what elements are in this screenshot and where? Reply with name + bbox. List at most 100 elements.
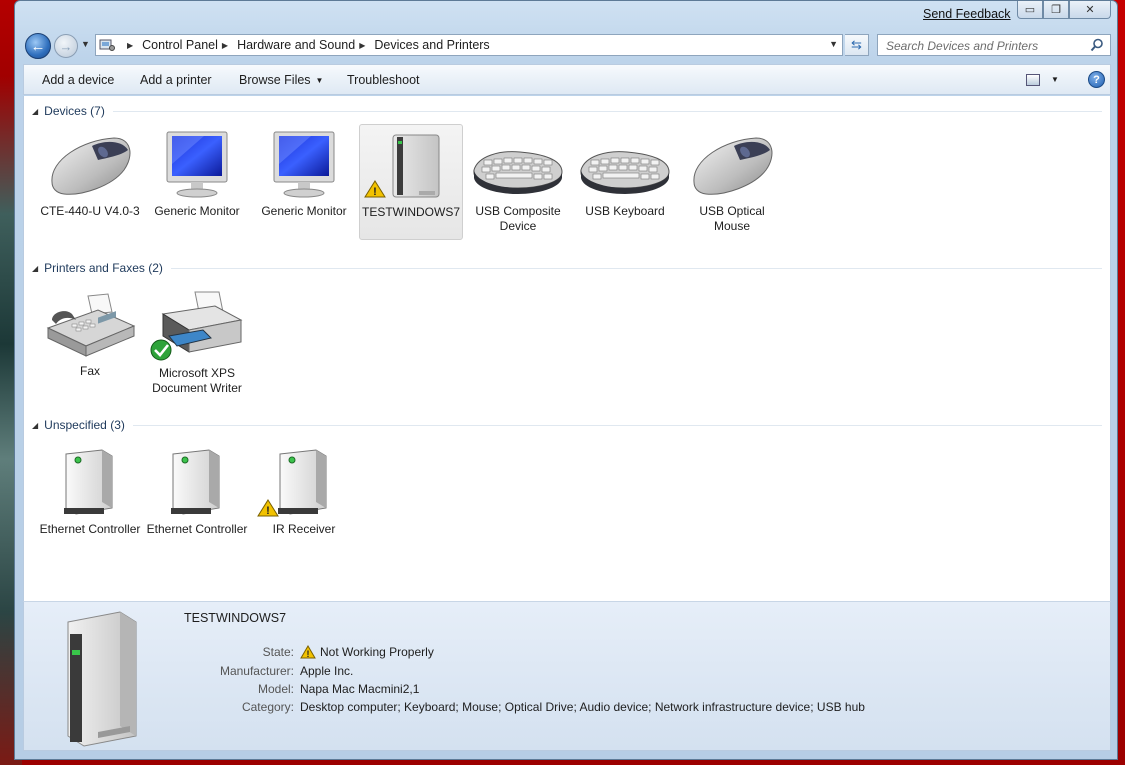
browse-files-button[interactable]: Browse Files ▼ bbox=[239, 73, 323, 87]
device-label: Ethernet Controller bbox=[39, 522, 141, 536]
group-divider bbox=[170, 267, 1102, 269]
details-model-row: Model: Napa Mac Macmini2,1 bbox=[174, 682, 1074, 696]
collapse-triangle-icon: ◢ bbox=[32, 420, 39, 430]
breadcrumb-devices-and-printers[interactable]: Devices and Printers bbox=[374, 38, 489, 52]
model-value: Napa Mac Macmini2,1 bbox=[300, 682, 420, 696]
add-printer-button[interactable]: Add a printer bbox=[140, 73, 212, 87]
help-button[interactable]: ? bbox=[1088, 71, 1105, 88]
details-device-name: TESTWINDOWS7 bbox=[184, 611, 287, 625]
mouse-icon bbox=[51, 137, 131, 195]
details-state-row: State: ! Not Working Properly bbox=[174, 645, 1074, 659]
device-label: TESTWINDOWS7 bbox=[362, 205, 460, 219]
minimize-button[interactable]: ▭ bbox=[1017, 1, 1043, 19]
monitor-icon bbox=[166, 131, 228, 198]
group-title: Unspecified (3) bbox=[44, 418, 125, 432]
collapse-triangle-icon: ◢ bbox=[32, 106, 39, 116]
manufacturer-value: Apple Inc. bbox=[300, 664, 354, 678]
warning-icon: ! bbox=[300, 645, 316, 659]
monitor-icon bbox=[273, 131, 335, 198]
device-box-icon: ! bbox=[257, 449, 327, 517]
svg-text:!: ! bbox=[373, 186, 377, 198]
group-title: Printers and Faxes (2) bbox=[44, 261, 163, 275]
address-dropdown-icon[interactable]: ▼ bbox=[829, 39, 838, 49]
breadcrumb-arrow-icon: ▶ bbox=[127, 40, 134, 50]
refresh-icon: ⇆ bbox=[851, 37, 862, 52]
send-feedback-link[interactable]: Send Feedback bbox=[923, 7, 1011, 21]
state-label: State: bbox=[262, 645, 294, 659]
search-icon[interactable] bbox=[1090, 38, 1104, 52]
device-ethernet-controller-2[interactable]: Ethernet Controller bbox=[145, 444, 249, 537]
add-device-button[interactable]: Add a device bbox=[42, 73, 114, 87]
breadcrumb-control-panel[interactable]: Control Panel bbox=[142, 38, 218, 52]
details-category-row: Category: Desktop computer; Keyboard; Mo… bbox=[174, 700, 1074, 714]
command-bar: Add a device Add a printer Browse Files ▼… bbox=[23, 64, 1111, 95]
device-ir-receiver[interactable]: ! IR Receiver bbox=[252, 444, 356, 537]
recent-pages-dropdown[interactable]: ▼ bbox=[81, 39, 90, 49]
device-usb-optical-mouse[interactable]: USB Optical Mouse bbox=[680, 126, 784, 234]
device-label: CTE-440-U V4.0-3 bbox=[40, 204, 140, 218]
address-bar[interactable]: ▶ Control Panel ▶ Hardware and Sound ▶ Dev… bbox=[95, 34, 843, 56]
svg-text:!: ! bbox=[307, 649, 310, 659]
device-label: USB Composite Device bbox=[475, 204, 561, 233]
group-header-devices[interactable]: ◢ Devices (7) bbox=[32, 104, 1102, 118]
device-usb-keyboard[interactable]: USB Keyboard bbox=[573, 126, 677, 219]
navigation-bar: ← → ▼ ▶ Control Panel ▶ Hardware and Soun… bbox=[23, 33, 1111, 59]
group-divider bbox=[112, 110, 1102, 112]
device-cte-440[interactable]: CTE-440-U V4.0-3 bbox=[38, 126, 142, 219]
devices-and-printers-window: Send Feedback ▭ ❐ ✕ ← → ▼ ▶ Control Pane… bbox=[14, 0, 1118, 760]
device-label: USB Keyboard bbox=[585, 204, 665, 218]
back-arrow-icon: ← bbox=[30, 37, 46, 55]
back-button[interactable]: ← bbox=[25, 33, 51, 59]
forward-arrow-icon: → bbox=[59, 38, 73, 54]
category-value: Desktop computer; Keyboard; Mouse; Optic… bbox=[300, 700, 865, 714]
printer-microsoft-xps[interactable]: Microsoft XPS Document Writer bbox=[145, 286, 249, 396]
view-options-dropdown-icon[interactable]: ▼ bbox=[1051, 75, 1059, 84]
computer-icon: ! bbox=[364, 134, 440, 198]
device-ethernet-controller-1[interactable]: Ethernet Controller bbox=[38, 444, 142, 537]
fax-icon bbox=[46, 293, 136, 357]
state-value: Not Working Properly bbox=[320, 645, 434, 659]
browse-files-label: Browse Files bbox=[239, 73, 311, 87]
group-header-unspecified[interactable]: ◢ Unspecified (3) bbox=[32, 418, 1102, 432]
default-checkmark-icon bbox=[150, 339, 172, 361]
refresh-button[interactable]: ⇆ bbox=[845, 34, 869, 56]
printer-icon bbox=[150, 291, 243, 361]
device-usb-composite[interactable]: USB Composite Device bbox=[466, 126, 570, 234]
keyboard-icon bbox=[580, 151, 670, 194]
details-manufacturer-row: Manufacturer: Apple Inc. bbox=[174, 664, 1074, 678]
collapse-triangle-icon: ◢ bbox=[32, 263, 39, 273]
device-label: USB Optical Mouse bbox=[699, 204, 765, 233]
breadcrumb-hardware-and-sound[interactable]: Hardware and Sound bbox=[237, 38, 355, 52]
device-label: Fax bbox=[79, 364, 100, 378]
devices-list: ◢ Devices (7) CTE-440-U V4.0-3 Generic M… bbox=[23, 96, 1111, 601]
troubleshoot-button[interactable]: Troubleshoot bbox=[347, 73, 420, 87]
breadcrumb-arrow-icon[interactable]: ▶ bbox=[222, 41, 228, 50]
device-label: Generic Monitor bbox=[261, 204, 347, 218]
keyboard-icon bbox=[473, 151, 563, 194]
device-testwindows7[interactable]: ! TESTWINDOWS7 bbox=[359, 124, 463, 240]
restore-button[interactable]: ❐ bbox=[1043, 1, 1069, 19]
close-button[interactable]: ✕ bbox=[1069, 1, 1111, 19]
search-box[interactable] bbox=[877, 34, 1111, 56]
breadcrumb-arrow-icon[interactable]: ▶ bbox=[359, 41, 365, 50]
manufacturer-label: Manufacturer: bbox=[219, 664, 294, 678]
chevron-down-icon: ▼ bbox=[315, 76, 324, 85]
forward-button[interactable]: → bbox=[54, 34, 78, 58]
printer-fax[interactable]: Fax bbox=[38, 286, 142, 379]
group-header-printers[interactable]: ◢ Printers and Faxes (2) bbox=[32, 261, 1102, 275]
computer-icon bbox=[67, 611, 137, 747]
device-label: IR Receiver bbox=[272, 522, 336, 536]
device-box-icon bbox=[64, 449, 113, 515]
caption-buttons: ▭ ❐ ✕ bbox=[1017, 1, 1111, 19]
model-label: Model: bbox=[257, 682, 294, 696]
mouse-icon bbox=[693, 137, 773, 195]
group-title: Devices (7) bbox=[44, 104, 105, 118]
svg-text:!: ! bbox=[266, 505, 270, 517]
control-panel-icon bbox=[99, 37, 117, 53]
change-view-icon[interactable] bbox=[1026, 74, 1040, 86]
device-generic-monitor-2[interactable]: Generic Monitor bbox=[252, 126, 356, 219]
device-generic-monitor-1[interactable]: Generic Monitor bbox=[145, 126, 249, 219]
device-label: Microsoft XPS Document Writer bbox=[152, 366, 242, 395]
category-label: Category: bbox=[241, 700, 294, 714]
search-input[interactable] bbox=[884, 36, 1088, 56]
